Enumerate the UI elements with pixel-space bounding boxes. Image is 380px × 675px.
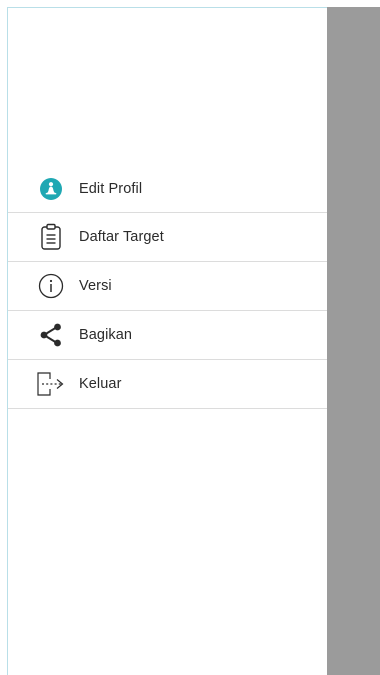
menu-item-label: Versi — [79, 278, 112, 294]
app-screen: Edit Profil Daftar Target Versi Bagikan … — [0, 0, 380, 675]
menu-item-bagikan[interactable]: Bagikan — [8, 311, 328, 360]
clipboard-list-icon — [36, 222, 66, 252]
menu-item-label: Keluar — [79, 376, 122, 392]
share-icon — [36, 320, 66, 350]
menu-item-label: Bagikan — [79, 327, 133, 343]
menu-item-versi[interactable]: Versi — [8, 262, 328, 311]
logout-icon — [36, 369, 66, 399]
navigation-drawer: Edit Profil Daftar Target Versi Bagikan … — [7, 7, 328, 675]
menu-item-edit-profil[interactable]: Edit Profil — [8, 165, 328, 213]
menu-item-label: Daftar Target — [79, 229, 164, 245]
menu-item-daftar-target[interactable]: Daftar Target — [8, 213, 328, 262]
drawer-menu: Edit Profil Daftar Target Versi Bagikan … — [8, 165, 328, 409]
profile-meditation-icon — [36, 174, 66, 204]
menu-item-label: Edit Profil — [79, 180, 143, 197]
drawer-scrim-overlay[interactable] — [327, 7, 380, 675]
menu-item-keluar[interactable]: Keluar — [8, 360, 328, 409]
info-icon — [36, 271, 66, 301]
